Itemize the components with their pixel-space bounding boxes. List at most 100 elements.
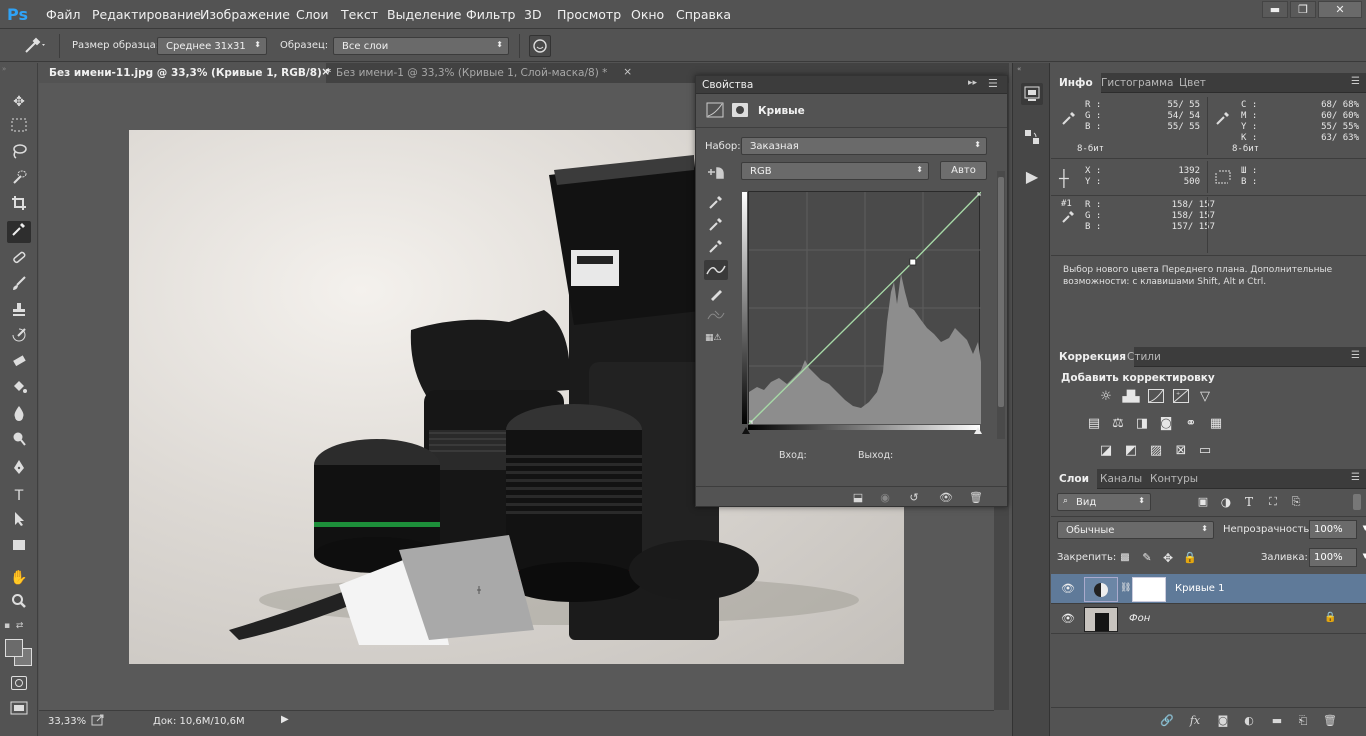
eye-icon[interactable]: 👁 — [1061, 582, 1075, 595]
hue-saturation-icon[interactable]: ▤ — [1085, 416, 1103, 432]
sample-size-dropdown[interactable]: Среднее 31x31 ⬍ — [157, 37, 267, 55]
menu-filter[interactable]: Фильтр — [466, 7, 515, 22]
layer-mask-icon[interactable] — [732, 103, 748, 117]
layer-row-background[interactable]: 👁 Фон 🔒 — [1051, 604, 1366, 634]
threshold-icon[interactable]: ▨ — [1147, 443, 1165, 459]
type-tool-icon[interactable]: T — [7, 485, 31, 507]
tab-histogram[interactable]: Гистограмма — [1093, 73, 1181, 93]
photo-filter-icon[interactable]: ◙ — [1157, 416, 1175, 432]
panel-menu-icon[interactable]: ☰ — [1351, 76, 1360, 87]
layer-row-curves[interactable]: 👁 ⛓ Кривые 1 — [1051, 574, 1366, 604]
new-adjustment-layer-icon[interactable]: ◐ — [1241, 714, 1257, 728]
foreground-color-swatch[interactable] — [5, 639, 23, 657]
lock-pixels-icon[interactable]: ✎ — [1138, 550, 1156, 566]
quick-mask-icon[interactable] — [11, 676, 27, 690]
layer-name[interactable]: Фон — [1129, 613, 1150, 624]
actions-dock-icon[interactable]: ▶ — [1022, 167, 1042, 187]
add-mask-icon[interactable]: ◙ — [1215, 714, 1231, 728]
menu-help[interactable]: Справка — [676, 7, 731, 22]
crop-tool-icon[interactable] — [7, 195, 31, 217]
hand-tool-icon[interactable]: ✋ — [7, 567, 31, 589]
layer-filter-dropdown[interactable]: ⌕ Вид ⬍ — [1057, 493, 1151, 511]
blur-tool-icon[interactable] — [7, 405, 31, 427]
lock-all-icon[interactable]: 🔒 — [1181, 550, 1199, 566]
vibrance-icon[interactable]: ▽ — [1196, 389, 1214, 405]
new-layer-icon[interactable]: ⎗ — [1295, 714, 1311, 728]
healing-brush-tool-icon[interactable] — [7, 249, 31, 271]
panel-collapse-icon[interactable]: » — [2, 65, 36, 73]
sampling-ring-toggle[interactable] — [529, 35, 551, 57]
history-brush-tool-icon[interactable] — [7, 327, 31, 349]
menu-view[interactable]: Просмотр — [557, 7, 621, 22]
visibility-toggle-icon[interactable]: 👁 — [938, 491, 954, 505]
dodge-tool-icon[interactable] — [7, 431, 31, 453]
panel-menu-icon[interactable]: ☰ — [1351, 472, 1360, 483]
menu-window[interactable]: Окно — [631, 7, 664, 22]
dock-collapse-icon[interactable]: « — [1017, 65, 1047, 73]
filter-adjustment-icon[interactable]: ◑ — [1217, 494, 1235, 510]
close-button[interactable]: ✕ — [1318, 1, 1362, 18]
filter-pixel-icon[interactable]: ▣ — [1194, 494, 1212, 510]
color-balance-icon[interactable]: ⚖ — [1109, 416, 1127, 432]
quick-selection-tool-icon[interactable] — [7, 169, 31, 191]
brightness-contrast-icon[interactable]: ☼ — [1097, 389, 1115, 405]
new-group-icon[interactable]: ▬ — [1269, 714, 1285, 728]
sample-dropdown[interactable]: Все слои ⬍ — [333, 37, 509, 55]
filter-type-icon[interactable]: T — [1240, 494, 1258, 510]
menu-layers[interactable]: Слои — [296, 7, 329, 22]
channel-dropdown[interactable]: RGB ⬍ — [741, 162, 929, 180]
white-point-eyedropper-icon[interactable] — [708, 238, 724, 254]
color-lookup-icon[interactable]: ▦ — [1207, 416, 1225, 432]
minimize-button[interactable]: ▬ — [1262, 1, 1288, 18]
zoom-tool-icon[interactable] — [7, 593, 31, 615]
info-panel-dock-icon[interactable] — [1021, 83, 1043, 105]
tab-document-1[interactable]: Без имени-1 @ 33,3% (Кривые 1, Слой-маск… — [326, 63, 632, 83]
eyedropper-tool-preset-icon[interactable] — [22, 36, 48, 56]
pen-tool-icon[interactable] — [7, 459, 31, 481]
status-menu-arrow-icon[interactable]: ▶ — [281, 714, 289, 725]
photoshop-logo[interactable]: Ps — [7, 4, 33, 25]
filter-toggle[interactable] — [1353, 494, 1361, 510]
share-icon[interactable] — [91, 714, 105, 726]
posterize-icon[interactable]: ◩ — [1122, 443, 1140, 459]
pencil-draw-icon[interactable] — [708, 286, 724, 302]
exposure-icon[interactable]: + — [1172, 389, 1190, 405]
collapse-icon[interactable]: ▸▸ — [968, 78, 977, 88]
lasso-tool-icon[interactable] — [7, 143, 31, 165]
menu-text[interactable]: Текст — [341, 7, 378, 22]
preset-dropdown[interactable]: Заказная ⬍ — [741, 137, 987, 155]
levels-icon[interactable]: ▟▙ — [1122, 389, 1140, 405]
eraser-tool-icon[interactable] — [7, 353, 31, 375]
history-dock-icon[interactable] — [1022, 127, 1042, 147]
mask-link-icon[interactable]: ⛓ — [1120, 583, 1131, 593]
menu-edit[interactable]: Редактирование — [92, 7, 201, 22]
black-white-icon[interactable]: ◨ — [1133, 416, 1151, 432]
gray-point-eyedropper-icon[interactable] — [708, 216, 724, 232]
menu-file[interactable]: Файл — [46, 7, 81, 22]
clip-to-layer-icon[interactable]: ⬓ — [850, 491, 866, 505]
panel-menu-icon[interactable]: ☰ — [988, 77, 998, 90]
properties-title[interactable]: Свойства — [702, 79, 753, 91]
view-previous-state-icon[interactable]: ◉ — [877, 491, 893, 505]
targeted-adjustment-icon[interactable] — [705, 163, 727, 181]
screen-mode-icon[interactable] — [10, 701, 28, 715]
color-swap-controls[interactable]: ▪ ⇄ — [4, 621, 34, 635]
eyedropper-tool-icon[interactable] — [7, 221, 31, 243]
smooth-curve-icon[interactable] — [707, 309, 725, 323]
gradient-map-icon[interactable]: ▭ — [1196, 443, 1214, 459]
tab-layers[interactable]: Слои — [1051, 469, 1097, 489]
selective-color-icon[interactable]: ⊠ — [1172, 443, 1190, 459]
move-tool-icon[interactable]: ✥ — [7, 91, 31, 113]
blend-mode-dropdown[interactable]: Обычные ⬍ — [1057, 521, 1214, 539]
path-selection-tool-icon[interactable] — [7, 511, 31, 533]
panel-menu-icon[interactable]: ☰ — [1351, 350, 1360, 361]
white-point-slider[interactable] — [974, 427, 982, 434]
delete-layer-icon[interactable]: 🗑 — [1322, 714, 1338, 728]
menu-3d[interactable]: 3D — [524, 7, 542, 22]
zoom-level[interactable]: 33,33% — [48, 716, 86, 727]
curves-graph[interactable] — [745, 188, 985, 428]
paint-bucket-tool-icon[interactable] — [7, 379, 31, 401]
tab-color[interactable]: Цвет — [1171, 73, 1214, 93]
curve-point-mode-icon[interactable] — [704, 260, 728, 280]
clipping-warning-icon[interactable]: ▦⚠ — [705, 333, 727, 347]
